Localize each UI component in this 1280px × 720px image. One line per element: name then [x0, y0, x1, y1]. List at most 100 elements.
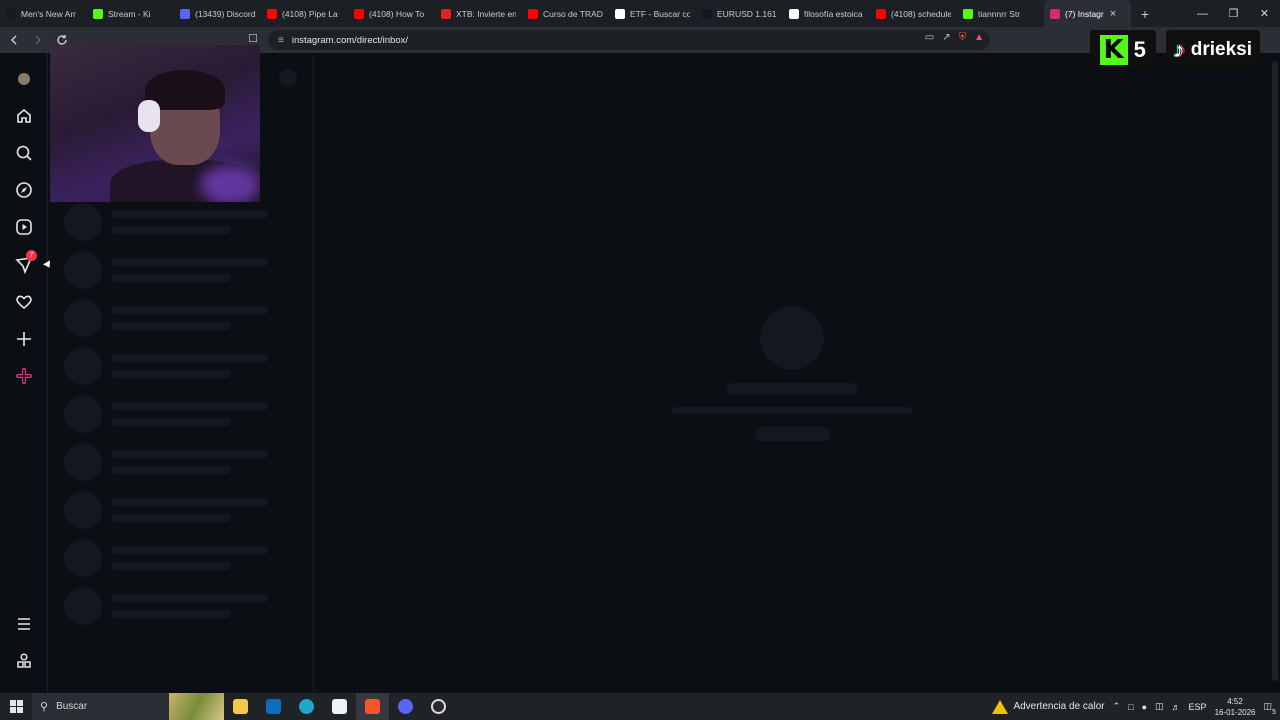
tab-title: (7) Instagr — [1065, 8, 1104, 19]
language-indicator[interactable]: ESP — [1189, 702, 1207, 712]
explore-icon[interactable] — [14, 180, 34, 200]
address-bar[interactable]: ≡ instagram.com/direct/inbox/ ▭ ↗ ⛨ ▲ — [268, 30, 990, 50]
thread-skeleton-row — [64, 491, 304, 535]
browser-tab[interactable]: Stream - Ki — [87, 0, 174, 27]
arrow-left-icon — [10, 35, 17, 45]
search-icon[interactable] — [14, 143, 34, 163]
browser-tab[interactable]: XTB: Invierte en — [435, 0, 522, 27]
browser-tab[interactable]: (13439) Discord — [174, 0, 261, 27]
tiktok-logo-icon: ♪ — [1173, 37, 1185, 62]
tab-title: Men's New Arr — [21, 8, 76, 19]
skeleton-avatar — [64, 443, 102, 481]
store-icon[interactable] — [323, 693, 356, 720]
clock-date: 16-01-2026 — [1214, 707, 1256, 717]
skeleton-line — [111, 370, 231, 378]
site-info-icon[interactable]: ≡ — [278, 35, 284, 46]
kick-viewer-badge: K 5 — [1089, 30, 1156, 70]
taskbar-search[interactable]: ⚲ Buscar — [32, 693, 224, 720]
kick-logo-icon: K — [1099, 35, 1128, 65]
network-icon[interactable]: ◫ — [1155, 701, 1164, 712]
meta-ai-icon[interactable] — [14, 366, 34, 386]
messages-icon[interactable]: 7 — [14, 250, 37, 275]
edge-icon[interactable] — [290, 693, 323, 720]
browser-tab[interactable]: Men's New Arr — [0, 0, 87, 27]
back-button[interactable] — [4, 30, 24, 50]
page-scrollbar[interactable] — [1270, 53, 1280, 693]
tab-title: (4108) How To — [369, 8, 425, 19]
file-explorer-icon[interactable] — [224, 693, 257, 720]
forward-button[interactable] — [28, 30, 48, 50]
skeleton-button — [279, 69, 297, 87]
skeleton-line — [111, 258, 268, 266]
clock[interactable]: 4:52 16-01-2026 — [1215, 696, 1256, 718]
browser-tab[interactable]: (7) Instagr × — [1044, 0, 1131, 27]
skeleton-button — [755, 427, 831, 441]
heart-icon[interactable] — [14, 292, 34, 312]
tab-favicon-icon — [615, 8, 625, 19]
start-button[interactable] — [0, 693, 32, 720]
create-plus-icon[interactable] — [14, 329, 34, 349]
skeleton-line — [111, 322, 231, 330]
browser-tab[interactable]: Curso de TRAD — [522, 0, 609, 27]
more-menu-icon[interactable] — [14, 614, 34, 634]
cast-icon[interactable]: ▭ — [925, 32, 934, 43]
volume-icon[interactable]: ♬ — [1172, 702, 1181, 712]
also-from-meta-icon[interactable] — [14, 651, 34, 671]
browser-tab[interactable]: tiannnrr Str — [957, 0, 1044, 27]
tab-title: (4108) Pipe La — [282, 8, 338, 19]
tab-title: (13439) Discord — [195, 8, 255, 19]
tab-favicon-icon — [963, 8, 973, 19]
instagram-logo-icon[interactable] — [14, 69, 34, 89]
thread-skeleton-row — [64, 443, 304, 487]
skeleton-line — [111, 210, 268, 218]
system-tray: Advertencia de calor ⌃ □ ● ◫ ♬ ESP 4:52 … — [992, 693, 1280, 720]
thread-skeleton-row — [64, 587, 304, 631]
tab-title: (4108) schedule — [891, 8, 951, 19]
search-icon: ⚲ — [40, 701, 49, 713]
windows-logo-icon — [9, 700, 23, 713]
taskbar-search-label: Buscar — [56, 701, 88, 712]
close-tab-icon[interactable]: × — [1110, 8, 1116, 20]
heat-warning[interactable]: Advertencia de calor — [992, 699, 1105, 714]
skeleton-line — [111, 562, 231, 570]
skeleton-avatar — [64, 539, 102, 577]
camera-icon[interactable]: □ — [1128, 702, 1133, 712]
browser-tab[interactable]: filosofía estoica — [783, 0, 870, 27]
skeleton-avatar — [64, 395, 102, 433]
skeleton-avatar-large — [760, 306, 824, 370]
skeleton-line — [111, 354, 268, 362]
browser-tab[interactable]: EURUSD 1.161 — [696, 0, 783, 27]
bookmark-icon[interactable]: ☐ — [248, 32, 258, 45]
brave-rewards-icon[interactable]: ▲ — [974, 32, 984, 43]
discord-icon[interactable] — [389, 693, 422, 720]
skeleton-line — [111, 402, 268, 410]
thread-skeleton-row — [64, 299, 304, 343]
browser-tab[interactable]: ETF - Buscar co — [609, 0, 696, 27]
notifications-icon[interactable]: ◫ 5 — [1263, 701, 1276, 716]
share-icon[interactable]: ↗ — [942, 32, 950, 43]
home-icon[interactable] — [14, 106, 34, 126]
skeleton-subtitle — [672, 407, 912, 414]
close-window-button[interactable]: ✕ — [1249, 0, 1280, 27]
brave-icon[interactable] — [356, 693, 389, 720]
browser-tab[interactable]: (4108) Pipe La — [261, 0, 348, 27]
reels-icon[interactable] — [14, 217, 34, 237]
browser-tab[interactable]: (4108) How To — [348, 0, 435, 27]
outlook-icon[interactable] — [257, 693, 290, 720]
chevron-up-icon[interactable]: ⌃ — [1113, 701, 1121, 712]
microphone-icon[interactable]: ● — [1142, 702, 1147, 712]
skeleton-line — [111, 274, 231, 282]
skeleton-avatar — [64, 491, 102, 529]
tab-title: ETF - Buscar co — [630, 8, 690, 19]
new-tab-button[interactable]: + — [1131, 6, 1159, 22]
tab-favicon-icon — [354, 8, 364, 19]
maximize-button[interactable]: ❐ — [1218, 0, 1249, 27]
browser-tab[interactable]: (4108) schedule — [870, 0, 957, 27]
thread-skeleton-row — [64, 347, 304, 391]
brave-shield-icon[interactable]: ⛨ — [959, 32, 967, 43]
obs-icon[interactable] — [422, 693, 455, 720]
skeleton-line — [111, 466, 231, 474]
minimize-button[interactable]: — — [1187, 0, 1218, 27]
tab-favicon-icon — [6, 8, 16, 19]
skeleton-avatar — [64, 299, 102, 337]
